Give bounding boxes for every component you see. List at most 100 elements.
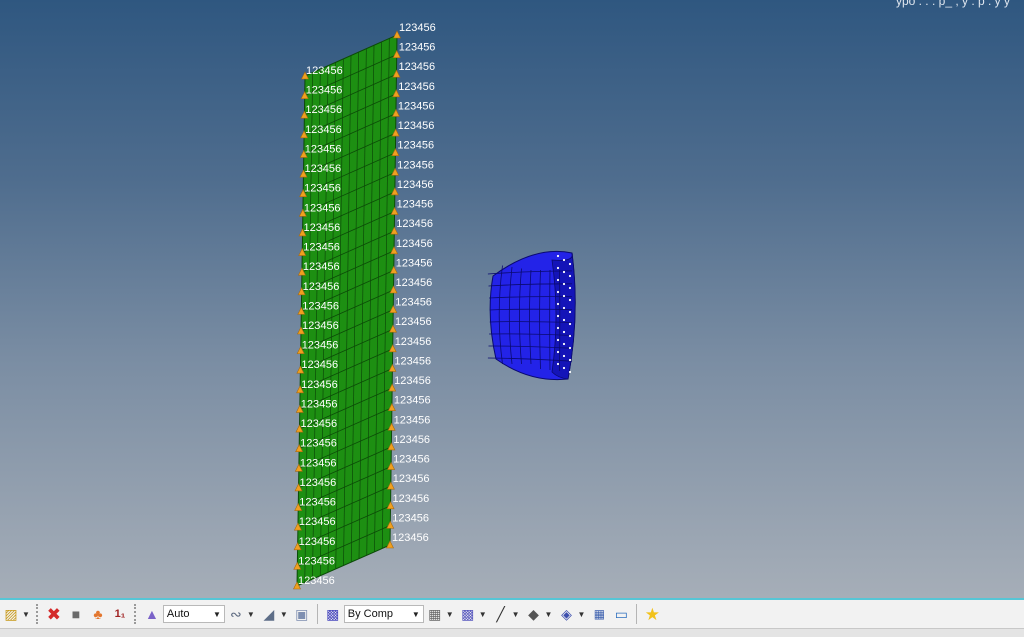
view-icon[interactable]: ▨ [1,604,21,624]
node-label: 123456 [300,418,337,430]
node-label: 123456 [298,575,335,587]
node-label: 123456 [398,61,435,73]
node-label: 123456 [393,434,430,446]
surfaces-icon[interactable]: ◢ [259,604,279,624]
model-info-text: ypo . . . p_ , y . p . y y [896,0,1010,8]
surfaces-dropdown-arrow[interactable]: ▼ [280,610,288,619]
node-label: 123456 [398,120,435,132]
node-label: 123456 [302,300,339,312]
solid-box-icon[interactable]: ▣ [292,604,312,624]
node-label: 123456 [303,261,340,273]
ball-node-dot [563,271,565,273]
ball-node-dot [557,303,559,305]
ball-node-dot [557,351,559,353]
ball-node-dot [569,335,571,337]
node-label: 123456 [300,457,337,469]
line-style-dropdown-arrow[interactable]: ▼ [512,610,520,619]
chevron-down-icon: ▼ [213,610,221,619]
ball-node-dot [569,323,571,325]
node-label: 123456 [396,238,433,250]
node-label: 123456 [394,375,431,387]
node-label: 123456 [304,183,341,195]
line-style-icon[interactable]: ╱ [491,604,511,624]
node-label: 123456 [399,22,436,34]
curves-dropdown-arrow[interactable]: ▼ [247,610,255,619]
ball-node-dot [563,367,565,369]
layer-dropdown-arrow[interactable]: ▼ [577,610,585,619]
node-label: 123456 [306,65,343,77]
graphics-viewport[interactable]: 123456 123456 123456 123456 123456 123456 1234… [0,0,1024,598]
wireframe-dropdown-arrow[interactable]: ▼ [446,610,454,619]
toolbar-separator [636,604,637,624]
toolbar-separator [317,604,318,624]
node-label: 123456 [304,163,341,175]
shaded-elements-icon[interactable]: ▲ [142,604,162,624]
node-label: 123456 [394,395,431,407]
ball-node-dot [557,327,559,329]
color-mode-value: By Comp [348,608,393,620]
ball-node-dot [569,371,571,373]
element-color-select[interactable]: Auto ▼ [163,605,225,623]
numbers-icon[interactable]: 1₁ [110,604,130,624]
wireframe-icon[interactable]: ▦ [425,604,445,624]
layer-icon[interactable]: ◈ [556,604,576,624]
toolbar-grip[interactable] [36,604,40,624]
ball-node-dot [557,315,559,317]
bottom-toolbar: ▨ ▼ ✖ ■ ♣ 1₁ ▲ Auto ▼ ∾ ▼ ◢ ▼ ▣ ▩ By Com… [0,598,1024,628]
node-label: 123456 [396,257,433,269]
mask-icon[interactable]: ■ [66,604,86,624]
model-scene: 123456 123456 123456 123456 123456 123456 1234… [0,0,1024,598]
node-label: 123456 [304,202,341,214]
node-label: 123456 [398,100,435,112]
node-label: 123456 [302,340,339,352]
element-color-value: Auto [167,608,190,620]
view-dropdown-arrow[interactable]: ▼ [22,610,30,619]
node-label: 123456 [301,379,338,391]
node-label: 123456 [299,497,336,509]
node-label: 123456 [299,516,336,528]
node-label: 123456 [305,104,342,116]
node-label: 123456 [396,218,433,230]
color-by-comp-icon[interactable]: ▩ [323,604,343,624]
node-label: 123456 [395,336,432,348]
ball-node-dot [557,339,559,341]
node-label: 123456 [395,316,432,328]
ball-node-dot [569,347,571,349]
monitor-icon[interactable]: ▭ [611,604,631,624]
star-icon[interactable]: ★ [642,604,662,624]
shaded-mesh-dropdown-arrow[interactable]: ▼ [479,610,487,619]
node-label: 123456 [394,414,431,426]
organize-icon[interactable]: ♣ [88,604,108,624]
ball-node-dot [557,255,559,257]
ball-node-dot [569,359,571,361]
curves-icon[interactable]: ∾ [226,604,246,624]
node-label: 123456 [299,536,336,548]
node-label: 123456 [392,532,429,544]
ball-node-dot [569,275,571,277]
toolbar-grip[interactable] [134,604,138,624]
color-mode-select[interactable]: By Comp ▼ [344,605,424,623]
node-label: 123456 [393,473,430,485]
node-label: 123456 [394,355,431,367]
plane-icon[interactable]: ◆ [524,604,544,624]
ball-node-dot [557,291,559,293]
windows-icon[interactable]: ▦ [589,604,609,624]
node-label: 123456 [306,85,343,97]
node-label: 123456 [301,398,338,410]
node-label: 123456 [303,281,340,293]
node-label: 123456 [301,359,338,371]
ball-node-dot [563,295,565,297]
shaded-mesh-icon[interactable]: ▩ [458,604,478,624]
node-label: 123456 [392,512,429,524]
ball-node-dot [563,259,565,261]
ball-node-dot [569,287,571,289]
ball-node-dot [563,331,565,333]
delete-icon[interactable]: ✖ [44,604,64,624]
ball-node-dot [569,311,571,313]
node-label: 123456 [397,199,434,211]
ball-node-dot [569,263,571,265]
node-label: 123456 [300,477,337,489]
plane-dropdown-arrow[interactable]: ▼ [545,610,553,619]
node-label: 123456 [399,42,436,54]
ball-node-dot [557,267,559,269]
